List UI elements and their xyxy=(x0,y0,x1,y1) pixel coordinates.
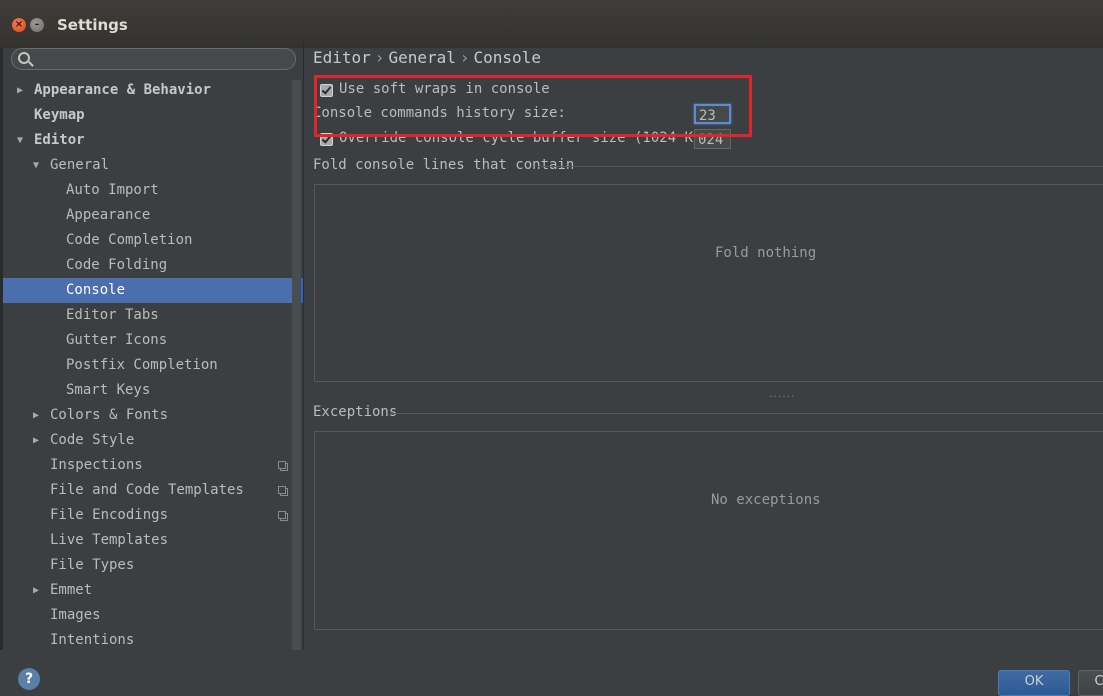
tree-item-images[interactable]: Images xyxy=(3,603,303,628)
tree-item-label: Code Completion xyxy=(66,232,193,248)
tree-item-label: Inspections xyxy=(50,457,143,473)
breadcrumb-separator: › xyxy=(459,48,470,67)
settings-tree: ▶ Appearance & Behavior Keymap ▼ Editor ▼ Gene… xyxy=(3,78,303,650)
exceptions-section-rule xyxy=(390,413,1103,414)
splitter-handle[interactable]: ...... xyxy=(768,390,795,400)
tree-item-code-folding[interactable]: Code Folding xyxy=(3,253,303,278)
tree-item-label: Postfix Completion xyxy=(66,357,218,373)
chevron-down-icon[interactable]: ▼ xyxy=(33,153,45,178)
tree-item-code-style[interactable]: ▶ Code Style xyxy=(3,428,303,453)
cancel-button[interactable]: C xyxy=(1078,670,1103,696)
window-minimize-button[interactable]: – xyxy=(30,18,44,32)
exceptions-section-title: Exceptions xyxy=(313,404,398,420)
tree-item-label: Colors & Fonts xyxy=(50,407,169,423)
tree-item-label: Emmet xyxy=(50,582,93,598)
tree-item-smart-keys[interactable]: Smart Keys xyxy=(3,378,303,403)
tree-item-label: File Types xyxy=(50,557,135,573)
tree-item-label: Appearance xyxy=(66,207,151,223)
tree-item-label: Editor Tabs xyxy=(66,307,159,323)
ok-button[interactable]: OK xyxy=(998,670,1070,696)
tree-item-label: Gutter Icons xyxy=(66,332,168,348)
tree-item-file-encodings[interactable]: File Encodings xyxy=(3,503,303,528)
tree-item-editor[interactable]: ▼ Editor xyxy=(3,128,303,153)
title-bar: × – Settings xyxy=(0,0,1103,48)
fold-section-rule xyxy=(538,166,1103,167)
tree-item-file-and-code-templates[interactable]: File and Code Templates xyxy=(3,478,303,503)
tree-item-general[interactable]: ▼ General xyxy=(3,153,303,178)
pane-divider[interactable] xyxy=(303,38,304,650)
tree-item-intentions[interactable]: Intentions xyxy=(3,628,303,650)
tree-item-auto-import[interactable]: Auto Import xyxy=(3,178,303,203)
tree-item-label: File Encodings xyxy=(50,507,169,523)
tree-item-label: General xyxy=(50,157,110,173)
breadcrumb-general: General xyxy=(388,48,456,67)
annotation-highlight-box xyxy=(314,75,752,137)
chevron-right-icon[interactable]: ▶ xyxy=(33,578,45,603)
tree-item-editor-tabs[interactable]: Editor Tabs xyxy=(3,303,303,328)
tree-item-file-types[interactable]: File Types xyxy=(3,553,303,578)
chevron-right-icon[interactable]: ▶ xyxy=(17,78,29,103)
exceptions-list[interactable]: No exceptions xyxy=(314,431,1103,630)
breadcrumb-separator: › xyxy=(374,48,385,67)
window-close-button[interactable]: × xyxy=(12,18,26,32)
tree-item-label: Appearance & Behavior xyxy=(34,82,212,98)
project-scope-icon xyxy=(278,461,286,469)
tree-item-label: Images xyxy=(50,607,101,623)
project-scope-icon xyxy=(278,511,286,519)
tree-item-keymap[interactable]: Keymap xyxy=(3,103,303,128)
fold-section-title: Fold console lines that contain xyxy=(313,157,575,173)
settings-search-input[interactable] xyxy=(11,48,296,70)
tree-item-live-templates[interactable]: Live Templates xyxy=(3,528,303,553)
tree-item-label: Console xyxy=(66,282,126,298)
tree-item-label: Code Style xyxy=(50,432,135,448)
tree-item-label: File and Code Templates xyxy=(50,482,244,498)
tree-item-label: Auto Import xyxy=(66,182,159,198)
tree-item-label: Code Folding xyxy=(66,257,168,273)
fold-lines-list[interactable]: Fold nothing xyxy=(314,184,1103,382)
search-icon xyxy=(18,52,30,64)
window-title: Settings xyxy=(57,16,128,34)
tree-item-gutter-icons[interactable]: Gutter Icons xyxy=(3,328,303,353)
tree-item-inspections[interactable]: Inspections xyxy=(3,453,303,478)
exceptions-empty-text: No exceptions xyxy=(711,492,821,508)
tree-scrollbar[interactable] xyxy=(292,80,301,650)
tree-item-label: Live Templates xyxy=(50,532,169,548)
fold-empty-text: Fold nothing xyxy=(715,245,817,261)
tree-item-postfix-completion[interactable]: Postfix Completion xyxy=(3,353,303,378)
tree-item-emmet[interactable]: ▶ Emmet xyxy=(3,578,303,603)
help-icon[interactable]: ? xyxy=(18,668,40,690)
chevron-right-icon[interactable]: ▶ xyxy=(33,428,45,453)
tree-item-console[interactable]: Console xyxy=(3,278,303,303)
tree-item-label: Editor xyxy=(34,132,85,148)
tree-item-code-completion[interactable]: Code Completion xyxy=(3,228,303,253)
tree-item-appearance-behavior[interactable]: ▶ Appearance & Behavior xyxy=(3,78,303,103)
tree-item-appearance[interactable]: Appearance xyxy=(3,203,303,228)
breadcrumb-editor: Editor xyxy=(313,48,371,67)
tree-item-colors-fonts[interactable]: ▶ Colors & Fonts xyxy=(3,403,303,428)
tree-item-label: Keymap xyxy=(34,107,85,123)
breadcrumb: Editor › General › Console xyxy=(313,48,541,67)
breadcrumb-console: Console xyxy=(473,48,541,67)
tree-item-label: Smart Keys xyxy=(66,382,151,398)
tree-item-label: Intentions xyxy=(50,632,135,648)
project-scope-icon xyxy=(278,486,286,494)
chevron-down-icon[interactable]: ▼ xyxy=(17,128,29,153)
chevron-right-icon[interactable]: ▶ xyxy=(33,403,45,428)
